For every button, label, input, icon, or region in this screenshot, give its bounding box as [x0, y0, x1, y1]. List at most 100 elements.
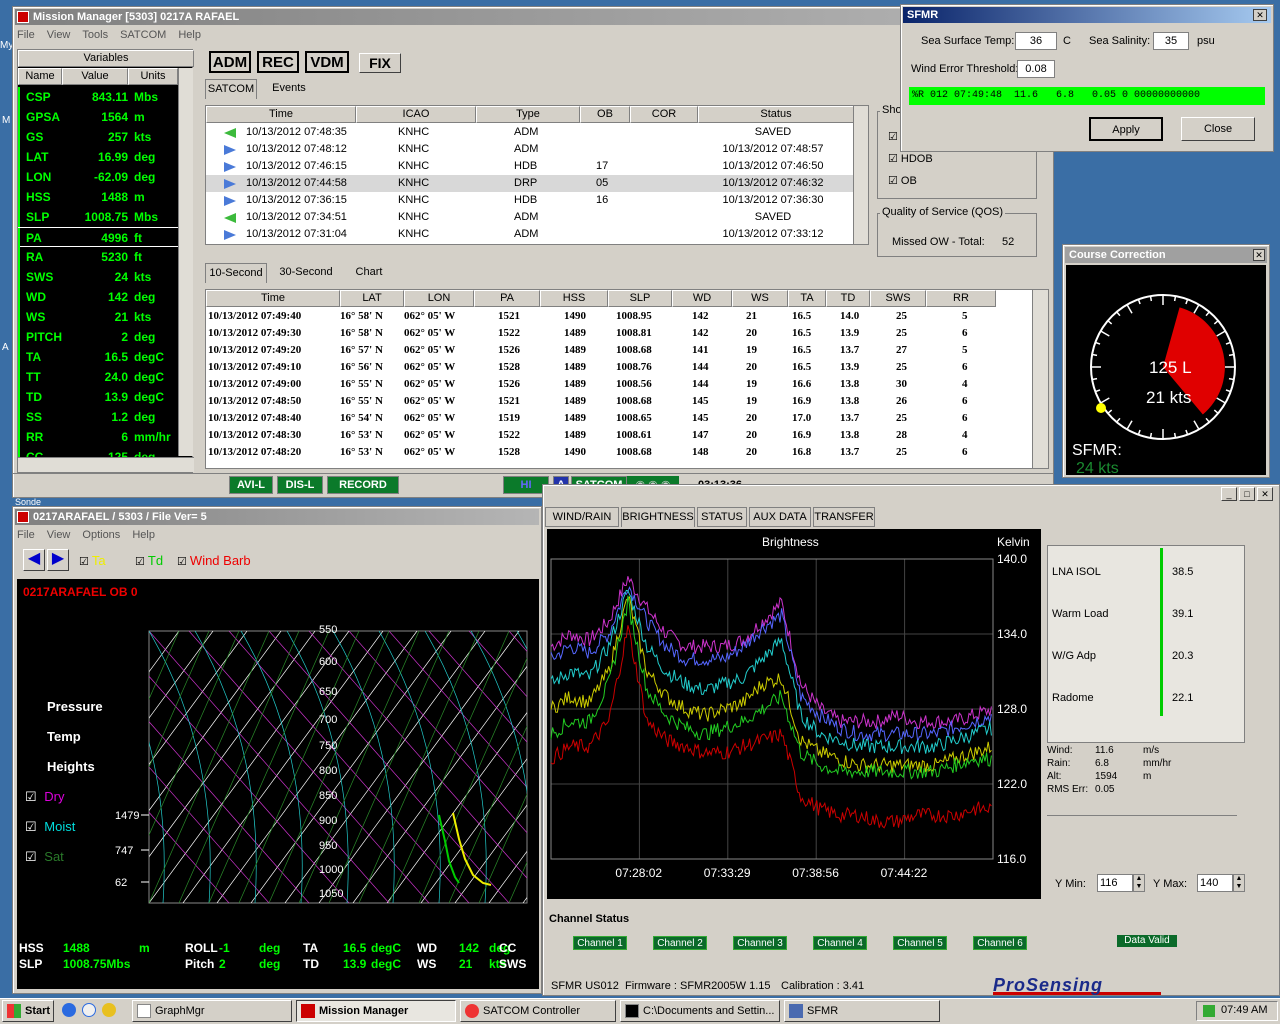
- msg-col-header[interactable]: Status: [698, 106, 854, 123]
- variable-row[interactable]: TA 16.5 degC: [18, 347, 178, 367]
- ymin-input[interactable]: 116: [1097, 874, 1133, 892]
- observation-table-scrollbar[interactable]: [1032, 290, 1048, 468]
- wind-error-input[interactable]: 0.08: [1017, 60, 1055, 78]
- course-titlebar[interactable]: Course Correction: [1065, 247, 1267, 263]
- menu-file[interactable]: File: [17, 29, 35, 41]
- task-mission-manager[interactable]: Mission Manager: [296, 1000, 456, 1022]
- obs-col-header[interactable]: LON: [404, 290, 474, 307]
- col-units[interactable]: Units: [128, 68, 178, 85]
- msg-col-header[interactable]: Type: [476, 106, 580, 123]
- avi-l-button[interactable]: AVI-L: [229, 476, 273, 494]
- observation-table[interactable]: Time LAT LON PA HSS SLP WD WS TA TD SWS RR 10/13/20…: [205, 289, 1049, 469]
- fix-button[interactable]: FIX: [359, 53, 401, 73]
- message-row[interactable]: 10/13/2012 07:34:51 KNHC ADM SAVED: [206, 209, 854, 226]
- message-list-scrollbar[interactable]: [853, 106, 868, 244]
- msg-col-header[interactable]: ICAO: [356, 106, 476, 123]
- obs-row[interactable]: 10/13/2012 07:49:20 16° 57' N 062° 05' W 15…: [206, 342, 1032, 359]
- sfmr-titlebar[interactable]: SFMR: [903, 7, 1271, 23]
- prev-arrow-button[interactable]: ◀: [23, 549, 45, 571]
- obs-row[interactable]: 10/13/2012 07:48:30 16° 53' N 062° 05' W 15…: [206, 427, 1032, 444]
- media-icon[interactable]: [102, 1003, 116, 1017]
- course-close-x[interactable]: ✕: [1253, 249, 1265, 261]
- variable-row[interactable]: CSP 843.11 Mbs: [18, 87, 178, 107]
- obs-row[interactable]: 10/13/2012 07:49:00 16° 55' N 062° 05' W 15…: [206, 376, 1032, 393]
- message-row[interactable]: 10/13/2012 07:36:15 KNHC HDB 16 10/13/2012 0…: [206, 192, 854, 209]
- show-check-1[interactable]: ☑: [888, 130, 898, 143]
- start-button[interactable]: Start: [2, 1000, 54, 1022]
- ymax-input[interactable]: 140: [1197, 874, 1233, 892]
- obs-col-header[interactable]: WS: [732, 290, 788, 307]
- variable-row[interactable]: GPSA 1564 m: [18, 107, 178, 127]
- mission-manager-titlebar[interactable]: Mission Manager [5303] 0217A RAFAEL: [15, 9, 1051, 25]
- msg-col-header[interactable]: OB: [580, 106, 630, 123]
- tab-transfer[interactable]: TRANSFER: [813, 507, 875, 527]
- channel-5-button[interactable]: Channel 5: [893, 936, 947, 950]
- msg-col-header[interactable]: COR: [630, 106, 698, 123]
- tab-chart[interactable]: Chart: [345, 263, 393, 281]
- salinity-input[interactable]: 35: [1153, 32, 1189, 50]
- variable-row[interactable]: TT 24.0 degC: [18, 367, 178, 387]
- ta-checkbox[interactable]: ☑ Ta: [79, 553, 106, 568]
- tab-brightness[interactable]: BRIGHTNESS: [621, 507, 695, 527]
- obs-row[interactable]: 10/13/2012 07:48:40 16° 54' N 062° 05' W 15…: [206, 410, 1032, 427]
- tab-30-second[interactable]: 30-Second: [273, 263, 339, 281]
- td-checkbox[interactable]: ☑ Td: [135, 553, 163, 568]
- channel-6-button[interactable]: Channel 6: [973, 936, 1027, 950]
- variable-row[interactable]: LON -62.09 deg: [18, 167, 178, 187]
- vdm-button[interactable]: VDM: [305, 51, 349, 73]
- menu-help[interactable]: Help: [178, 29, 201, 41]
- menu-tools[interactable]: Tools: [82, 29, 108, 41]
- obs-row[interactable]: 10/13/2012 07:48:50 16° 55' N 062° 05' W 15…: [206, 393, 1032, 410]
- variable-row[interactable]: CC -125 deg: [18, 447, 178, 457]
- help-icon[interactable]: [82, 1003, 96, 1017]
- obs-row[interactable]: 10/13/2012 07:49:10 16° 56' N 062° 05' W 15…: [206, 359, 1032, 376]
- tab-aux-data[interactable]: AUX DATA: [749, 507, 811, 527]
- channel-1-button[interactable]: Channel 1: [573, 936, 627, 950]
- dis-l-button[interactable]: DIS-L: [277, 476, 323, 494]
- channel-4-button[interactable]: Channel 4: [813, 936, 867, 950]
- record-button[interactable]: RECORD: [327, 476, 399, 494]
- variable-row[interactable]: WD 142 deg: [18, 287, 178, 307]
- next-arrow-button[interactable]: ▶: [47, 549, 69, 571]
- menu-view[interactable]: View: [47, 29, 71, 41]
- variable-row[interactable]: SWS 24 kts: [18, 267, 178, 287]
- channel-3-button[interactable]: Channel 3: [733, 936, 787, 950]
- menu-satcom[interactable]: SATCOM: [120, 29, 166, 41]
- ymax-spinner[interactable]: ▲ ▼: [1233, 874, 1245, 892]
- sst-input[interactable]: 36: [1015, 32, 1057, 50]
- col-value[interactable]: Value: [62, 68, 128, 85]
- network-icon[interactable]: [1203, 1005, 1215, 1017]
- ie-icon[interactable]: [62, 1003, 76, 1017]
- maximize-icon[interactable]: □: [1239, 487, 1255, 501]
- task-cmd[interactable]: C:\Documents and Settin...: [620, 1000, 780, 1022]
- variables-vscrollbar[interactable]: [178, 68, 193, 456]
- wind-barb-checkbox[interactable]: ☑ Wind Barb: [177, 553, 251, 568]
- obs-col-header[interactable]: TD: [826, 290, 870, 307]
- brightness-chart[interactable]: Brightness Kelvin 140.0 134.0 128.0 122.0 116.…: [547, 529, 1041, 899]
- obs-col-header[interactable]: SWS: [870, 290, 926, 307]
- adm-button[interactable]: ADM: [209, 51, 251, 73]
- satcom-message-list[interactable]: Time ICAO Type OB COR Status 10/13/2012 07:48…: [205, 105, 869, 245]
- message-row[interactable]: 10/13/2012 07:48:35 KNHC ADM SAVED: [206, 124, 854, 141]
- graph-titlebar[interactable]: 0217ARAFAEL / 5303 / File Ver= 5: [15, 509, 539, 525]
- graph-menu-view[interactable]: View: [47, 529, 71, 541]
- graph-menu-options[interactable]: Options: [82, 529, 120, 541]
- variable-row[interactable]: HSS 1488 m: [18, 187, 178, 207]
- apply-button[interactable]: Apply: [1089, 117, 1163, 141]
- tab-wind-rain[interactable]: WIND/RAIN: [545, 507, 619, 527]
- variable-row[interactable]: TD 13.9 degC: [18, 387, 178, 407]
- obs-col-header[interactable]: HSS: [540, 290, 608, 307]
- ymin-spinner[interactable]: ▲ ▼: [1133, 874, 1145, 892]
- skewt-diagram[interactable]: 550 600 650 700 750 800 850 900 950 1000 1050 1479 7…: [17, 579, 539, 929]
- variable-row[interactable]: RA 5230 ft: [18, 247, 178, 267]
- obs-row[interactable]: 10/13/2012 07:49:40 16° 58' N 062° 05' W 15…: [206, 308, 1032, 325]
- variable-row[interactable]: RR 6 mm/hr: [18, 427, 178, 447]
- channel-2-button[interactable]: Channel 2: [653, 936, 707, 950]
- message-row[interactable]: 10/13/2012 07:48:12 KNHC ADM 10/13/2012 07:…: [206, 141, 854, 158]
- variable-row[interactable]: LAT 16.99 deg: [18, 147, 178, 167]
- obs-col-header[interactable]: Time: [206, 290, 340, 307]
- variables-list[interactable]: CSP 843.11 Mbs GPSA 1564 m GS 257 kts LAT 16.99 deg…: [18, 87, 178, 457]
- variable-row[interactable]: WS 21 kts: [18, 307, 178, 327]
- close-icon[interactable]: ✕: [1257, 487, 1273, 501]
- tab-status[interactable]: STATUS: [697, 507, 747, 527]
